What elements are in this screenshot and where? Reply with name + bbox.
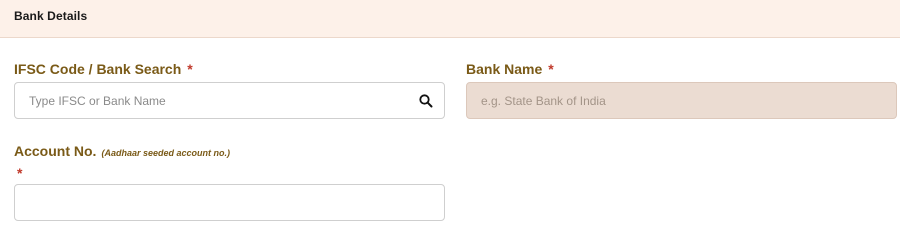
bank-name-label: Bank Name * [466,61,554,77]
account-hint: (Aadhaar seeded account no.) [101,148,230,158]
ifsc-search-input[interactable] [15,83,444,118]
ifsc-required-mark: * [187,61,193,77]
section-header: Bank Details [0,0,900,38]
bank-name-label-text: Bank Name [466,61,543,77]
ifsc-label-text: IFSC Code / Bank Search [14,61,182,77]
bank-name-input [467,83,896,118]
account-number-input[interactable] [15,185,444,220]
ifsc-label: IFSC Code / Bank Search * [14,61,193,77]
bank-name-field [466,82,897,119]
account-label: Account No. (Aadhaar seeded account no.) [14,143,230,159]
ifsc-field[interactable] [14,82,445,119]
account-field[interactable] [14,184,445,221]
search-icon[interactable] [418,93,434,109]
bank-name-required-mark: * [548,61,554,77]
account-label-text: Account No. [14,143,97,159]
section-title: Bank Details [14,9,88,23]
account-required-mark: * [17,165,23,181]
